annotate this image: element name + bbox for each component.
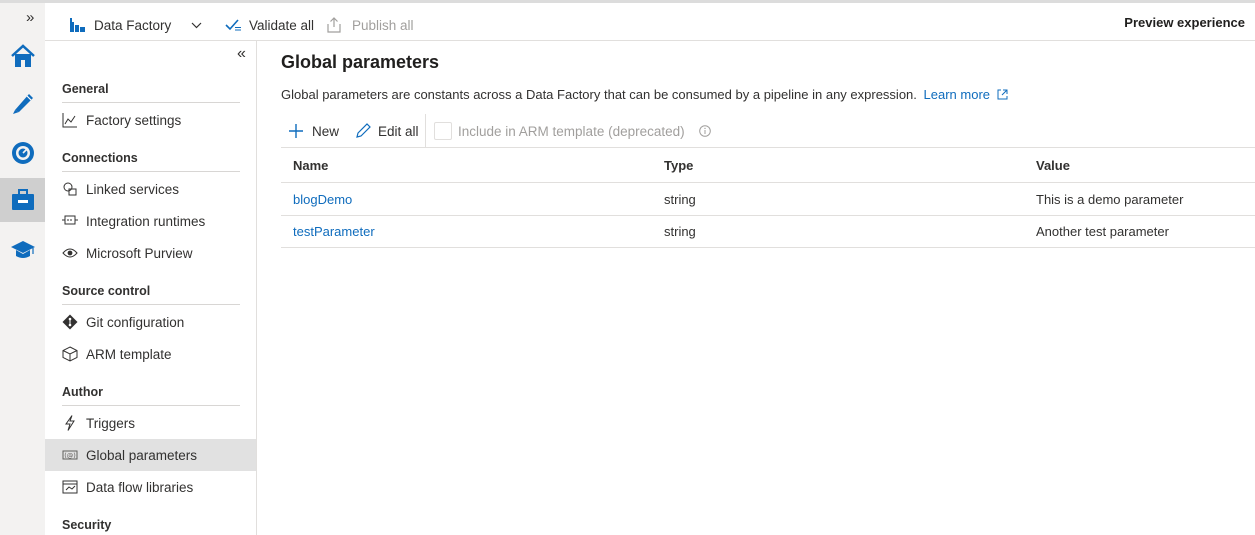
sidebar-item-git-configuration[interactable]: Git configuration [45, 306, 256, 338]
sidebar-item-label: Triggers [86, 415, 136, 431]
linked-services-icon [61, 180, 79, 198]
command-divider [425, 114, 426, 147]
include-arm-checkbox[interactable]: Include in ARM template (deprecated) [434, 120, 711, 142]
external-link-icon [997, 88, 1008, 103]
validate-all-button[interactable]: Validate all [225, 15, 314, 35]
new-parameter-button[interactable]: New [289, 120, 339, 142]
factory-name: Data Factory [94, 17, 172, 33]
sidebar-item-label: Global parameters [86, 447, 198, 463]
chevron-down-icon [191, 22, 202, 29]
sidebar-item-label: Integration runtimes [86, 213, 206, 229]
column-header-type[interactable]: Type [664, 148, 693, 182]
section-author: Author [62, 385, 103, 399]
page-title: Global parameters [281, 52, 440, 72]
sidebar-item-label: Git configuration [86, 314, 185, 330]
section-divider [62, 304, 240, 305]
sidebar-item-label: Data flow libraries [86, 479, 194, 495]
page-description: Global parameters are constants across a… [281, 87, 1008, 103]
integration-runtime-icon [61, 212, 79, 230]
preview-experience-toggle[interactable]: Preview experience [1124, 15, 1245, 30]
factory-switcher[interactable]: Data Factory [70, 15, 202, 35]
pencil-icon [355, 123, 371, 139]
global-parameters-pane: Global parameters Global parameters are … [257, 41, 1255, 535]
sidebar-item-label: ARM template [86, 346, 172, 362]
validate-check-icon [225, 18, 242, 32]
sidebar-item-purview[interactable]: Microsoft Purview [45, 237, 256, 269]
expand-rail-icon[interactable]: » [26, 9, 34, 26]
section-divider [62, 405, 240, 406]
section-security: Security [62, 518, 112, 532]
parameter-type: string [664, 224, 696, 239]
git-icon [61, 313, 79, 331]
learn-more-link[interactable]: Learn more [924, 87, 1008, 102]
sidebar-item-label: Factory settings [86, 112, 182, 128]
data-flow-library-icon [61, 478, 79, 496]
parameter-type: string [664, 192, 696, 207]
plus-icon [289, 124, 303, 138]
section-connections: Connections [62, 151, 138, 165]
arm-template-cube-icon [61, 345, 79, 363]
collapse-sidebar-icon[interactable]: « [237, 45, 246, 63]
chart-settings-icon [61, 111, 79, 129]
section-general: General [62, 82, 109, 96]
sidebar-item-global-parameters[interactable]: (@) Global parameters [45, 439, 256, 471]
factory-icon [70, 18, 86, 32]
home-icon[interactable] [0, 34, 45, 78]
sidebar-item-linked-services[interactable]: Linked services [45, 173, 256, 205]
parameter-value: Another test parameter [1036, 224, 1169, 239]
column-header-value[interactable]: Value [1036, 148, 1070, 182]
table-row[interactable]: blogDemo string This is a demo parameter [281, 184, 1255, 216]
monitor-gauge-icon[interactable] [0, 131, 45, 175]
edit-all-label: Edit all [378, 123, 419, 139]
sidebar-item-factory-settings[interactable]: Factory settings [45, 104, 256, 136]
svg-text:(@): (@) [64, 452, 76, 460]
parameter-name-link[interactable]: testParameter [293, 216, 375, 247]
manage-toolbox-icon[interactable] [0, 178, 45, 222]
section-divider [62, 102, 240, 103]
publish-all-button[interactable]: Publish all [327, 15, 414, 35]
publish-icon [327, 17, 341, 33]
learn-more-label: Learn more [923, 87, 991, 102]
parameter-value: This is a demo parameter [1036, 192, 1184, 207]
section-divider [62, 171, 240, 172]
sidebar-item-triggers[interactable]: Triggers [45, 407, 256, 439]
sidebar-item-integration-runtimes[interactable]: Integration runtimes [45, 205, 256, 237]
parameter-name-link[interactable]: blogDemo [293, 184, 352, 215]
edit-all-button[interactable]: Edit all [355, 120, 419, 142]
include-arm-label: Include in ARM template (deprecated) [458, 123, 685, 139]
publish-all-label: Publish all [352, 17, 414, 33]
sidebar-item-label: Microsoft Purview [86, 245, 193, 261]
author-pencil-icon[interactable] [0, 81, 45, 125]
sidebar-item-data-flow-libraries[interactable]: Data flow libraries [45, 471, 256, 503]
manage-sidebar: « General Factory settings Connections L… [45, 41, 257, 535]
validate-all-label: Validate all [249, 17, 315, 33]
top-toolbar: Data Factory Validate all Publish all Pr… [0, 0, 1255, 41]
lightning-icon [61, 414, 79, 432]
description-text: Global parameters are constants across a… [281, 87, 917, 102]
eye-icon [61, 244, 79, 262]
sidebar-item-arm-template[interactable]: ARM template [45, 338, 256, 370]
new-label: New [312, 123, 340, 139]
info-icon[interactable] [698, 125, 711, 137]
table-row[interactable]: testParameter string Another test parame… [281, 216, 1255, 248]
global-parameters-icon: (@) [61, 446, 79, 464]
column-header-name[interactable]: Name [293, 148, 328, 182]
sidebar-item-label: Linked services [86, 181, 180, 197]
table-header: Name Type Value [281, 147, 1255, 183]
learning-cap-icon[interactable] [0, 228, 45, 272]
left-rail: » [0, 3, 45, 535]
section-source-control: Source control [62, 284, 151, 298]
checkbox-box [434, 122, 452, 140]
